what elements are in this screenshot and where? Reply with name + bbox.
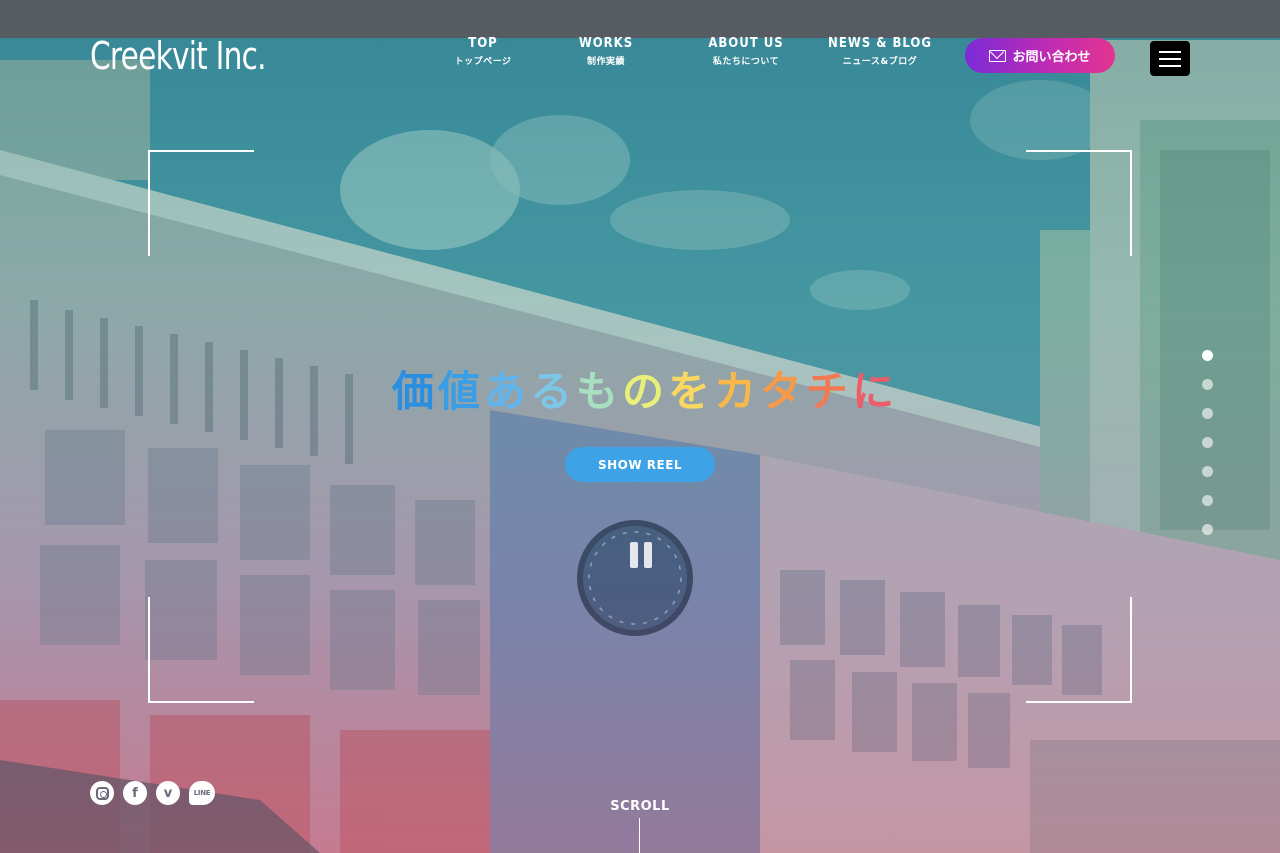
instagram-icon[interactable] [90, 781, 114, 805]
social-links: f v LINE [90, 781, 215, 805]
frame-corner-bottom-right [1026, 597, 1132, 703]
headline-char: 価 [391, 367, 438, 416]
nav-works-sublabel: 制作実績 [586, 57, 625, 67]
instagram-glyph [95, 786, 109, 800]
frame-corner-top-left [148, 150, 254, 256]
hero-background [0, 0, 1280, 853]
pause-icon[interactable] [630, 542, 652, 568]
headline-char: タ [760, 367, 807, 416]
menu-bar-icon [1159, 64, 1181, 67]
nav-news[interactable]: NEWS & BLOG ニュース&ブログ [820, 36, 940, 67]
hero-headline: 価値あるものをカタチに [380, 362, 910, 422]
slide-dot[interactable] [1202, 466, 1213, 477]
slide-dot[interactable] [1202, 495, 1213, 506]
nav-top-sublabel: トップページ [454, 57, 512, 67]
slide-pagination [1202, 350, 1214, 553]
nav-works-label: WORKS [578, 36, 634, 51]
nav-news-label: NEWS & BLOG [828, 36, 932, 51]
show-reel-button[interactable]: SHOW REEL [565, 447, 715, 482]
frame-corner-top-right [1026, 150, 1132, 256]
headline-char: あ [483, 367, 530, 416]
nav-about-sublabel: 私たちについて [712, 57, 780, 67]
mail-icon [989, 49, 1007, 62]
headline-char: る [529, 367, 576, 416]
slide-dot[interactable] [1202, 437, 1213, 448]
headline-char: に [852, 367, 899, 416]
contact-button[interactable]: お問い合わせ [965, 38, 1115, 73]
nav-works[interactable]: WORKS 制作実績 [546, 36, 666, 67]
headline-char: も [575, 367, 622, 416]
nav-top[interactable]: TOP トップページ [423, 36, 543, 67]
scroll-line [639, 818, 640, 853]
facebook-icon[interactable]: f [123, 781, 147, 805]
headline-char: チ [806, 367, 853, 416]
headline-char: を [668, 367, 715, 416]
hero-photo [0, 0, 1280, 853]
headline-char: の [621, 367, 668, 416]
nav-about-label: ABOUT US [708, 36, 784, 51]
menu-bar-icon [1159, 50, 1181, 53]
slide-dot[interactable] [1202, 524, 1213, 535]
slide-dot[interactable] [1202, 350, 1213, 361]
scroll-label[interactable]: SCROLL [600, 799, 680, 814]
headline-char: 値 [437, 367, 484, 416]
nav-news-sublabel: ニュース&ブログ [842, 57, 918, 67]
nav-about[interactable]: ABOUT US 私たちについて [686, 36, 806, 67]
vimeo-icon[interactable]: v [156, 781, 180, 805]
line-icon[interactable]: LINE [189, 781, 215, 805]
site-logo[interactable]: Creekvit Inc. [90, 30, 267, 82]
menu-bar-icon [1159, 57, 1181, 60]
hamburger-menu-button[interactable] [1150, 41, 1190, 76]
headline-char: カ [714, 367, 761, 416]
contact-button-label: お問い合わせ [1012, 50, 1091, 65]
slide-dot[interactable] [1202, 408, 1213, 419]
slide-dot[interactable] [1202, 379, 1213, 390]
nav-top-label: TOP [468, 36, 498, 51]
frame-corner-bottom-left [148, 597, 254, 703]
